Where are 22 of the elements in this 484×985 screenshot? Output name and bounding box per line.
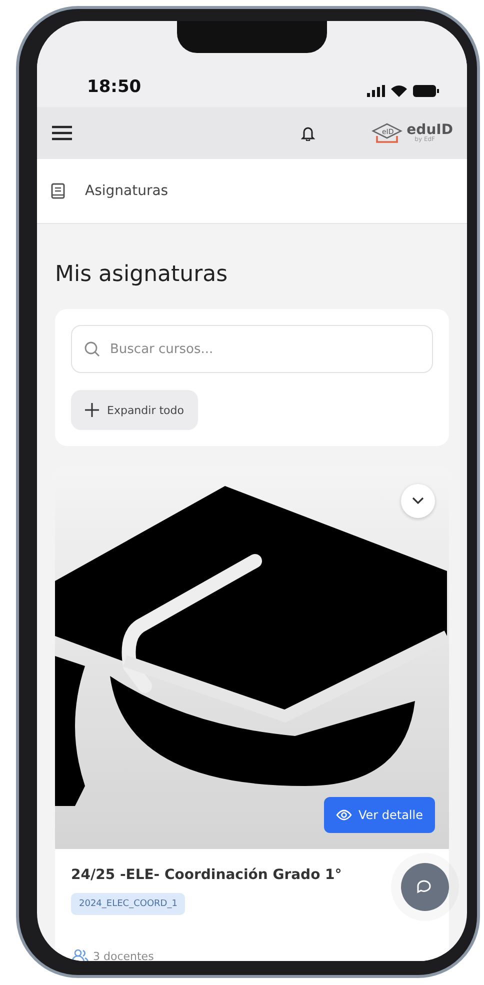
battery-icon [413, 85, 439, 97]
teachers-count: 3 docentes [93, 950, 154, 961]
logo-name: eduID [406, 123, 453, 137]
status-time: 18:50 [87, 77, 142, 97]
plus-icon [85, 403, 99, 417]
view-detail-button[interactable]: Ver detalle [324, 797, 435, 833]
page-title: Mis asignaturas [54, 261, 229, 289]
chevron-icon [412, 497, 424, 505]
users-icon [71, 949, 89, 961]
eye-icon [336, 809, 352, 821]
course-code-tag: 2024_ELEC_COORD_1 [71, 893, 186, 915]
search-icon [84, 341, 100, 357]
course-title: 24/25 -ELE- Coordinación Grado 1° [71, 867, 342, 883]
notification-bell-icon[interactable] [300, 125, 315, 141]
breadcrumb-link[interactable]: Asignaturas [85, 183, 168, 199]
expand-all-button[interactable]: Expandir todo [71, 390, 198, 430]
menu-icon[interactable] [51, 125, 73, 141]
search-field[interactable]: Buscar cursos... [71, 325, 433, 373]
wifi-icon [391, 85, 407, 97]
signal-icon [367, 85, 385, 97]
expand-chevron-button[interactable] [401, 484, 435, 518]
book-icon [51, 183, 65, 199]
